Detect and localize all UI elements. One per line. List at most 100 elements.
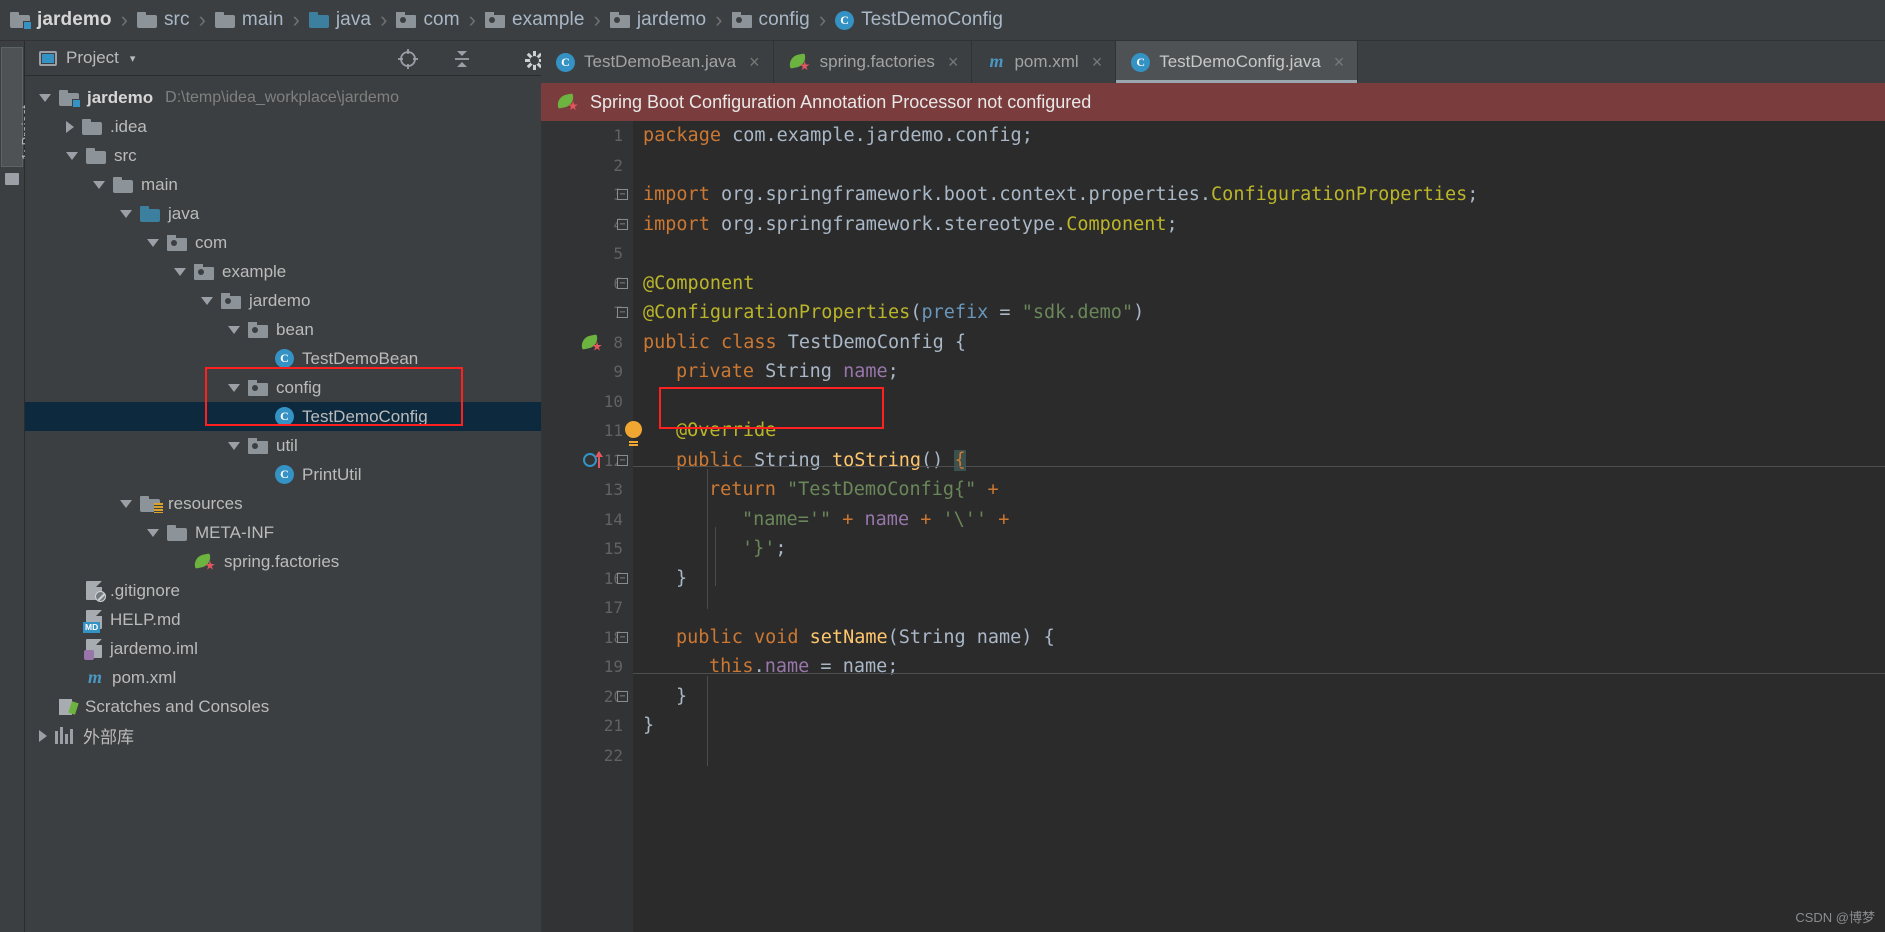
breadcrumb-item-example[interactable]: example [484, 0, 585, 41]
gutter-line-10[interactable]: 10 [541, 387, 633, 417]
code-area[interactable]: 12345678910111213141516171819202122 pack… [541, 121, 1885, 932]
gutter-line-19[interactable]: 19 [541, 652, 633, 682]
editor-tab-testdemoconfig-java[interactable]: C TestDemoConfig.java × [1116, 41, 1359, 83]
tree-node-testdemoconfig[interactable]: C TestDemoConfig [25, 402, 541, 431]
code-line-15[interactable]: '}'; [643, 534, 1885, 564]
gutter-line-17[interactable]: 17 [541, 593, 633, 623]
chevron-down-icon[interactable] [174, 267, 186, 276]
breadcrumb-item-jardemo[interactable]: jardemo [10, 0, 112, 41]
breadcrumb-item-testdemoconfig[interactable]: C TestDemoConfig [835, 0, 1003, 41]
tree-node-spring-factories[interactable]: spring.factories [25, 547, 541, 576]
lightbulb-icon[interactable] [625, 421, 642, 443]
code-line-6[interactable]: − @Component [617, 269, 1885, 299]
chevron-right-icon[interactable] [39, 729, 47, 742]
code-fold-toggle[interactable]: − [617, 307, 628, 318]
tree-node-example[interactable]: example [25, 257, 541, 286]
chevron-down-icon[interactable] [147, 528, 159, 537]
tree-node-pom-xml[interactable]: m pom.xml [25, 663, 541, 692]
editor-tab-pom-xml[interactable]: m pom.xml × [972, 41, 1117, 83]
tree-node-main[interactable]: main [25, 170, 541, 199]
code-line-3[interactable]: − import org.springframework.boot.context… [617, 180, 1885, 210]
breadcrumb-item-src[interactable]: src [136, 0, 190, 41]
spring-bean-gutter-icon[interactable] [579, 333, 603, 352]
gutter-line-13[interactable]: 13 [541, 475, 633, 505]
gutter-line-15[interactable]: 15 [541, 534, 633, 564]
code-line-7[interactable]: − @ConfigurationProperties(prefix = "sdk.… [617, 298, 1885, 328]
code-line-2[interactable] [643, 151, 1885, 181]
code-line-17[interactable] [643, 593, 1885, 623]
chevron-down-icon[interactable] [228, 441, 240, 450]
tree-node-src[interactable]: src [25, 141, 541, 170]
code-line-12[interactable]: − public String toString() { [617, 446, 1885, 476]
chevron-down-icon[interactable] [120, 499, 132, 508]
gutter-line-8[interactable]: 8 [541, 328, 633, 358]
chevron-down-icon[interactable] [147, 238, 159, 247]
tree-node-jardemo-iml[interactable]: jardemo.iml [25, 634, 541, 663]
tree-node----[interactable]: 外部库 [25, 721, 541, 750]
code-fold-toggle[interactable]: − [617, 454, 628, 466]
tree-node-help-md[interactable]: MD HELP.md [25, 605, 541, 634]
gutter-line-22[interactable]: 22 [541, 741, 633, 771]
chevron-down-icon[interactable]: ▾ [130, 52, 136, 65]
structure-tool-icon[interactable] [5, 173, 19, 185]
tree-node-bean[interactable]: bean [25, 315, 541, 344]
code-line-21[interactable]: } [643, 711, 1885, 741]
tree-node-java[interactable]: java [25, 199, 541, 228]
project-tool-tab[interactable]: 1: Project [1, 47, 34, 167]
chevron-down-icon[interactable] [120, 209, 132, 218]
collapse-all-icon[interactable] [452, 49, 472, 69]
close-icon[interactable]: × [749, 53, 760, 71]
close-icon[interactable]: × [948, 53, 959, 71]
gutter-line-9[interactable]: 9 [541, 357, 633, 387]
code-line-9[interactable]: private String name; [643, 357, 1885, 387]
gutter-line-5[interactable]: 5 [541, 239, 633, 269]
close-icon[interactable]: × [1334, 53, 1345, 71]
chevron-down-icon[interactable] [66, 151, 78, 160]
breadcrumb-item-jardemo[interactable]: jardemo [609, 0, 706, 41]
code-line-22[interactable] [643, 741, 1885, 771]
code-line-4[interactable]: − import org.springframework.stereotype. C… [617, 210, 1885, 240]
gutter-line-11[interactable]: 11 [541, 416, 633, 446]
tree-node--gitignore[interactable]: .gitignore [25, 576, 541, 605]
code-line-14[interactable]: "name='" + name + '\'' + [643, 505, 1885, 535]
tree-node-util[interactable]: util [25, 431, 541, 460]
code-fold-toggle[interactable]: − [617, 690, 628, 702]
code-text[interactable]: package com.example.jardemo.config; − impo… [617, 121, 1885, 932]
code-fold-toggle[interactable]: − [617, 572, 628, 584]
code-line-10[interactable] [643, 387, 1885, 417]
code-fold-toggle[interactable]: − [617, 631, 628, 643]
tree-node-config[interactable]: config [25, 373, 541, 402]
tree-node-resources[interactable]: resources [25, 489, 541, 518]
close-icon[interactable]: × [1092, 53, 1103, 71]
code-line-13[interactable]: return "TestDemoConfig{" + [643, 475, 1885, 505]
tree-node-jardemo[interactable]: jardemo [25, 286, 541, 315]
code-line-11[interactable]: @Override [625, 416, 1885, 446]
code-fold-toggle[interactable]: − [617, 189, 628, 200]
gutter-line-2[interactable]: 2 [541, 151, 633, 181]
breadcrumb-item-com[interactable]: com [396, 0, 460, 41]
gutter-line-14[interactable]: 14 [541, 505, 633, 535]
tree-node--idea[interactable]: .idea [25, 112, 541, 141]
code-line-1[interactable]: package com.example.jardemo.config; [643, 121, 1885, 151]
code-fold-toggle[interactable]: − [617, 218, 628, 230]
tree-node-com[interactable]: com [25, 228, 541, 257]
code-line-20[interactable]: −} [617, 682, 1885, 712]
code-fold-toggle[interactable]: − [617, 277, 628, 289]
code-line-19[interactable]: this. name = name; [643, 652, 1885, 682]
breadcrumb-item-main[interactable]: main [214, 0, 284, 41]
editor-gutter[interactable]: 12345678910111213141516171819202122 [541, 121, 633, 932]
tree-node-jardemo[interactable]: jardemo D:\temp\idea_workplace\jardemo [25, 83, 541, 112]
editor-tab-spring-factories[interactable]: spring.factories × [774, 41, 973, 83]
editor-tab-testdemobean-java[interactable]: C TestDemoBean.java × [541, 41, 774, 83]
chevron-down-icon[interactable] [39, 93, 51, 102]
chevron-right-icon[interactable] [66, 120, 74, 133]
code-line-16[interactable]: −} [617, 564, 1885, 594]
gutter-line-1[interactable]: 1 [541, 121, 633, 151]
tree-node-printutil[interactable]: C PrintUtil [25, 460, 541, 489]
gutter-line-21[interactable]: 21 [541, 711, 633, 741]
tree-node-meta-inf[interactable]: META-INF [25, 518, 541, 547]
chevron-down-icon[interactable] [93, 180, 105, 189]
chevron-down-icon[interactable] [228, 383, 240, 392]
breadcrumb-item-config[interactable]: config [731, 0, 810, 41]
breadcrumb-item-java[interactable]: java [308, 0, 371, 41]
